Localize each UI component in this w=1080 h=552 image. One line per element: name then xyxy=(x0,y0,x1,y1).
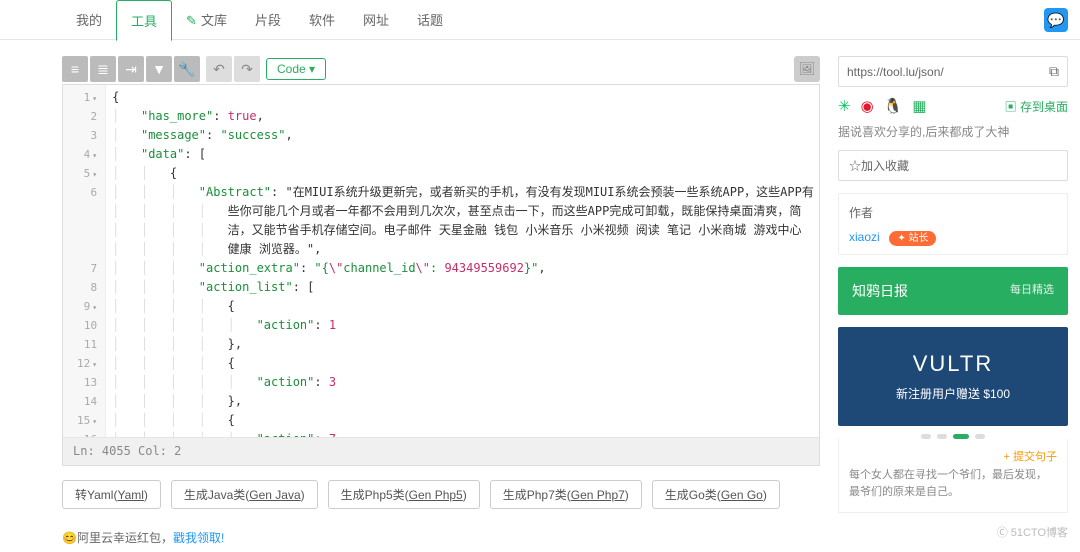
gen-button[interactable]: 转Yaml(Yaml) xyxy=(62,480,161,509)
submit-quote[interactable]: + 提交句子 xyxy=(849,449,1057,467)
nav-software[interactable]: 软件 xyxy=(295,0,349,39)
nav-my[interactable]: 我的 xyxy=(62,0,116,39)
footer-promo: 😊阿里云幸运红包，戳我领取! xyxy=(62,529,224,546)
nav-urls[interactable]: 网址 xyxy=(349,0,403,39)
watermark: Ⓒ 51CTO博客 xyxy=(997,524,1068,540)
filter-icon[interactable]: ▼ xyxy=(146,56,172,82)
code-content[interactable]: {│ "has_more": true,│ "message": "succes… xyxy=(106,85,819,437)
author-badge: ✦ 站长 xyxy=(889,231,936,246)
top-nav: 我的 工具 ✎文库 片段 软件 网址 话题 xyxy=(0,0,1080,40)
url-box: https://tool.lu/json/ ⧉ xyxy=(838,56,1068,87)
wechat-icon[interactable]: ✳ xyxy=(838,97,851,115)
daily-banner[interactable]: 知鸦日报每日精选 xyxy=(838,267,1068,315)
gen-button[interactable]: 生成Php5类(Gen Php5) xyxy=(328,480,480,509)
editor-toolbar: ≡ ≣ ⇥ ▼ 🔧 ↶ ↷ Code ▾ 🖼 xyxy=(62,56,820,82)
save-desktop[interactable]: ▣ 存到桌面 xyxy=(1005,98,1068,115)
weibo-icon[interactable]: ◉ xyxy=(861,97,874,115)
quote-box: + 提交句子 每个女人都在寻找一个爷们，最后发现，最爷们的原来是自己。 xyxy=(838,439,1068,513)
gen-button[interactable]: 生成Php7类(Gen Php7) xyxy=(490,480,642,509)
author-label: 作者 xyxy=(849,204,1057,221)
indent-icon[interactable]: ⇥ xyxy=(118,56,144,82)
gen-button[interactable]: 生成Go类(Gen Go) xyxy=(652,480,780,509)
page-url: https://tool.lu/json/ xyxy=(847,65,944,79)
image-icon[interactable]: 🖼 xyxy=(794,56,820,82)
code-dropdown[interactable]: Code ▾ xyxy=(266,58,326,80)
status-bar: Ln: 4055 Col: 2 xyxy=(63,437,819,465)
chat-icon[interactable]: 💬 xyxy=(1044,8,1068,32)
copy-icon[interactable]: ⧉ xyxy=(1049,63,1059,80)
author-box: 作者 xiaozi ✦ 站长 xyxy=(838,193,1068,255)
claim-link[interactable]: 戳我领取! xyxy=(173,531,224,545)
nav-tools[interactable]: 工具 xyxy=(116,0,172,41)
pencil-icon: ✎ xyxy=(186,13,197,28)
redo-icon[interactable]: ↷ xyxy=(234,56,260,82)
qrcode-icon[interactable]: ▦ xyxy=(912,97,926,115)
nav-topics[interactable]: 话题 xyxy=(403,0,457,39)
nav-wenku[interactable]: ✎文库 xyxy=(172,0,241,39)
tagline: 据说喜欢分享的,后来都成了大神 xyxy=(838,123,1068,140)
wrench-icon[interactable]: 🔧 xyxy=(174,56,200,82)
undo-icon[interactable]: ↶ xyxy=(206,56,232,82)
social-row: ✳ ◉ 🐧 ▦ ▣ 存到桌面 xyxy=(838,97,1068,115)
line-gutter: 1234567891011121314151617181920212223 xyxy=(63,85,106,437)
ad-vultr[interactable]: VULTR 新注册用户赠送 $100 xyxy=(838,327,1068,426)
align-center-icon[interactable]: ≣ xyxy=(90,56,116,82)
code-editor[interactable]: 1234567891011121314151617181920212223 {│… xyxy=(62,84,820,466)
qq-icon[interactable]: 🐧 xyxy=(884,97,903,115)
nav-snippets[interactable]: 片段 xyxy=(241,0,295,39)
author-name[interactable]: xiaozi xyxy=(849,230,880,244)
generate-buttons: 转Yaml(Yaml) 生成Java类(Gen Java) 生成Php5类(Gen … xyxy=(62,480,820,509)
align-left-icon[interactable]: ≡ xyxy=(62,56,88,82)
add-favorite[interactable]: ☆加入收藏 xyxy=(838,150,1068,181)
gen-button[interactable]: 生成Java类(Gen Java) xyxy=(171,480,318,509)
